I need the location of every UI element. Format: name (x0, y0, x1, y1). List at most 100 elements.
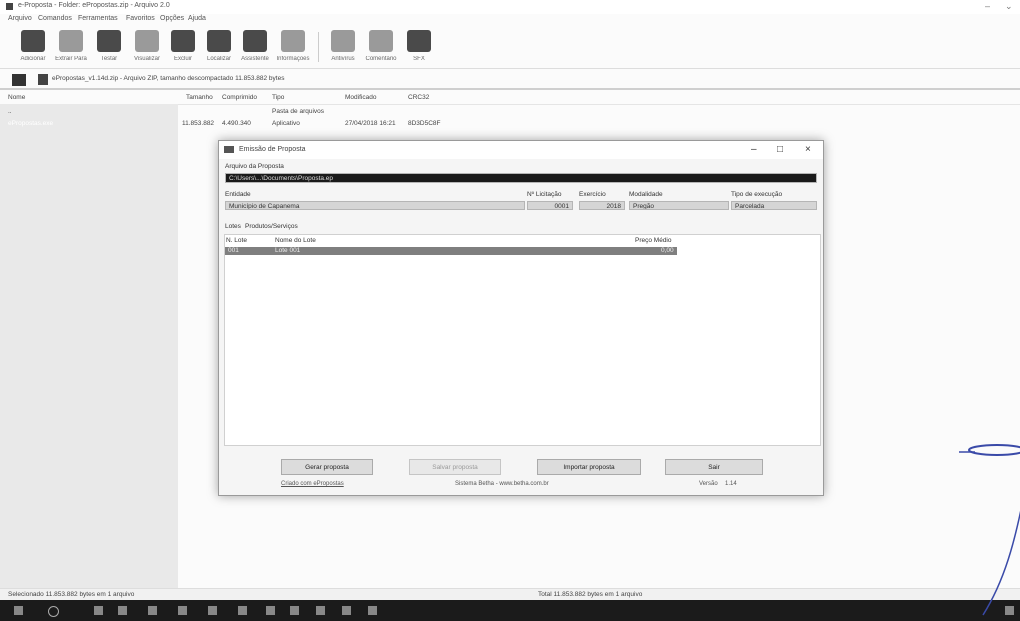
app-title: e-Proposta - Folder: ePropostas.zip - Ar… (18, 2, 170, 9)
licitacao-label: Nº Licitação (527, 191, 562, 198)
taskbar-app-icon[interactable] (368, 606, 377, 615)
modalidade-field[interactable]: Pregão (629, 201, 729, 210)
tab-lotes[interactable]: Lotes (225, 223, 241, 230)
grid-col-price: Preço Médio (635, 237, 672, 244)
grid-cell-price: 0,00 (661, 247, 674, 254)
delete-icon (171, 30, 195, 52)
licitacao-field[interactable]: 0001 (527, 201, 573, 210)
taskbar-app-icon[interactable] (342, 606, 351, 615)
toolbar-divider (318, 32, 319, 62)
status-left: Selecionado 11.853.882 bytes em 1 arquiv… (8, 591, 135, 598)
footer-link[interactable]: Criado com ePropostas (281, 481, 344, 487)
test-icon (97, 30, 121, 52)
row-file-modified: 27/04/2018 16:21 (345, 120, 396, 127)
comment-icon (369, 30, 393, 52)
column-name[interactable]: Nome (8, 94, 25, 101)
taskbar-app-icon[interactable] (316, 606, 325, 615)
folder-tree-panel (0, 104, 178, 588)
taskbar-app-icon[interactable] (148, 606, 157, 615)
exercicio-field[interactable]: 2018 (579, 201, 625, 210)
minimize-button[interactable]: – (985, 1, 990, 11)
exercicio-label: Exercício (579, 191, 606, 198)
address-text[interactable]: ePropostas_v1.14d.zip - Arquivo ZIP, tam… (52, 75, 284, 82)
test-button[interactable]: Testar (90, 26, 128, 68)
ink-scribble (959, 444, 1020, 616)
view-button[interactable]: Visualizar (128, 26, 166, 68)
footer-center-text: Sistema Betha - www.betha.com.br (455, 481, 549, 487)
taskbar-app-icon[interactable] (118, 606, 127, 615)
modalidade-label: Modalidade (629, 191, 663, 198)
dialog-maximize-button[interactable]: □ (777, 144, 783, 155)
dialog-minimize-button[interactable]: – (751, 144, 757, 155)
grid-col-number: N. Lote (226, 237, 247, 244)
antivirus-icon (331, 30, 355, 52)
grid-cell-name: Lote 001 (275, 247, 301, 254)
column-packed[interactable]: Comprimido (222, 94, 257, 101)
sfx-icon (407, 30, 431, 52)
file-label: Arquivo da Proposta (225, 163, 284, 170)
extract-button[interactable]: Extrair Para (52, 26, 90, 68)
search-icon[interactable] (48, 606, 59, 617)
column-modified[interactable]: Modificado (345, 94, 376, 101)
import-proposal-button[interactable]: Importar proposta (537, 459, 641, 475)
taskbar-app-icon[interactable] (290, 606, 299, 615)
row-file-name[interactable]: ePropostas.exe (8, 120, 53, 127)
version-value: 1.14 (725, 481, 737, 487)
up-folder-button[interactable] (12, 74, 26, 86)
row-file-packed: 4.490.340 (222, 120, 251, 127)
exit-button[interactable]: Sair (665, 459, 763, 475)
dialog-title-bar: Emissão de Proposta – □ × (219, 141, 823, 159)
tipo-field[interactable]: Parcelada (731, 201, 817, 210)
entity-field[interactable]: Município de Capanema (225, 201, 525, 210)
generate-proposal-button[interactable]: Gerar proposta (281, 459, 373, 475)
save-proposal-button[interactable]: Salvar proposta (409, 459, 501, 475)
menu-ajuda[interactable]: Ajuda (188, 15, 206, 22)
menu-arquivo[interactable]: Arquivo (8, 15, 32, 22)
tab-produtos-servicos[interactable]: Produtos/Serviços (245, 223, 298, 230)
app-title-bar: e-Proposta - Folder: ePropostas.zip - Ar… (0, 0, 1020, 14)
info-icon (281, 30, 305, 52)
address-bar: ePropostas_v1.14d.zip - Arquivo ZIP, tam… (0, 72, 1020, 90)
wizard-icon (243, 30, 267, 52)
table-row[interactable]: 001 Lote 001 0,00 (225, 247, 677, 255)
taskbar (0, 600, 1020, 621)
file-field[interactable]: C:\Users\...\Documents\Proposta.ep (225, 173, 817, 183)
taskbar-app-icon[interactable] (178, 606, 187, 615)
column-crc[interactable]: CRC32 (408, 94, 429, 101)
comment-button[interactable]: Comentário (362, 26, 400, 68)
version-label: Versão (699, 481, 718, 487)
app-icon (6, 3, 13, 10)
column-size[interactable]: Tamanho (186, 94, 213, 101)
proposal-dialog: Emissão de Proposta – □ × Arquivo da Pro… (218, 140, 824, 496)
add-archive-button[interactable]: Adicionar (14, 26, 52, 68)
taskbar-app-icon[interactable] (208, 606, 217, 615)
wizard-button[interactable]: Assistente (236, 26, 274, 68)
delete-button[interactable]: Excluir (164, 26, 202, 68)
windows-start-icon[interactable] (14, 606, 23, 615)
row-parent-type: Pasta de arquivos (272, 108, 325, 115)
find-button[interactable]: Localizar (200, 26, 238, 68)
menu-opcoes[interactable]: Opções (160, 15, 184, 22)
menu-favoritos[interactable]: Favoritos (126, 15, 155, 22)
view-icon (135, 30, 159, 52)
sfx-button[interactable]: SFX (400, 26, 438, 68)
info-button[interactable]: Informações (274, 26, 312, 68)
grid-col-name: Nome do Lote (275, 237, 316, 244)
status-right: Total 11.853.882 bytes em 1 arquivo (538, 591, 643, 598)
row-file-size: 11.853.882 (182, 120, 215, 127)
toolbar: Adicionar Extrair Para Testar Visualizar… (0, 26, 1020, 69)
antivirus-button[interactable]: Antivírus (324, 26, 362, 68)
menu-comandos[interactable]: Comandos (38, 15, 72, 22)
dialog-title: Emissão de Proposta (239, 146, 306, 153)
column-type[interactable]: Tipo (272, 94, 284, 101)
taskbar-app-icon[interactable] (266, 606, 275, 615)
taskbar-app-icon[interactable] (238, 606, 247, 615)
chevron-down-icon[interactable]: ⌄ (1005, 1, 1013, 12)
lots-grid: N. Lote Nome do Lote Preço Médio 001 Lot… (224, 234, 821, 446)
archive-icon (38, 74, 48, 85)
dialog-close-button[interactable]: × (805, 144, 811, 155)
menu-ferramentas[interactable]: Ferramentas (78, 15, 118, 22)
task-view-icon[interactable] (94, 606, 103, 615)
row-parent-name[interactable]: .. (8, 108, 12, 115)
grid-cell-number: 001 (228, 247, 239, 254)
